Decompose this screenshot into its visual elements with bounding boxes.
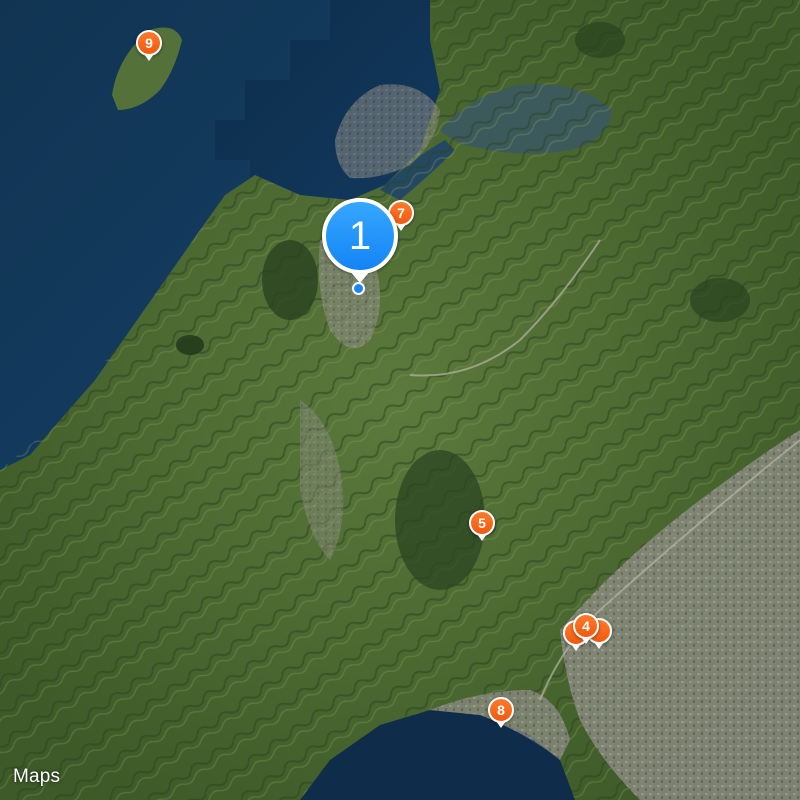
attribution-label: Maps	[13, 766, 61, 787]
maps-attribution[interactable]: Maps	[12, 766, 60, 788]
marker-badge: 9	[136, 30, 162, 56]
marker-pointer	[144, 54, 154, 61]
map-view[interactable]: 9 7 1 5 4 8 Maps	[0, 0, 800, 800]
cluster-badge: 1	[322, 198, 398, 274]
marker-badge: 8	[488, 697, 514, 723]
marker-pointer	[349, 270, 371, 283]
marker-pointer	[581, 637, 591, 644]
marker-badge: 5	[469, 510, 495, 536]
marker-pointer	[571, 644, 581, 651]
marker-pointer	[594, 642, 604, 649]
marker-pointer	[477, 534, 487, 541]
satellite-imagery	[0, 0, 800, 800]
marker-pointer	[496, 721, 506, 728]
current-location-dot	[352, 282, 365, 295]
marker-badge: 4	[573, 613, 599, 639]
